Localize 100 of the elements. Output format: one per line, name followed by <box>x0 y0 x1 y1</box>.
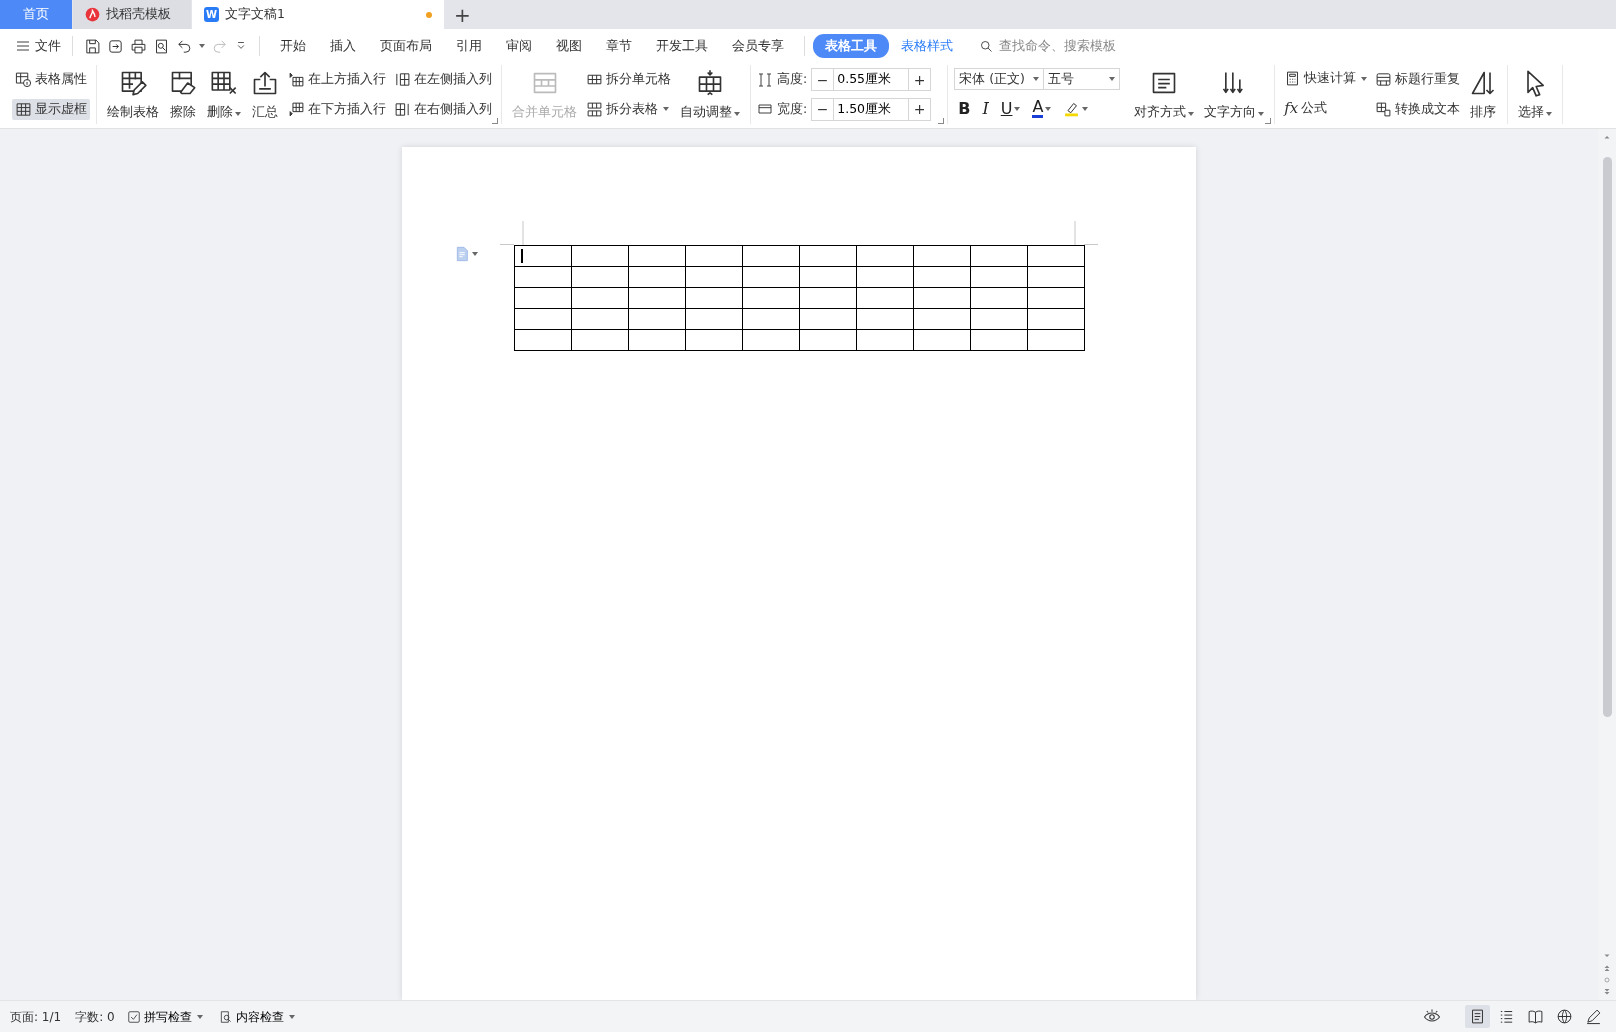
table-cell[interactable] <box>913 287 971 309</box>
table-cell[interactable] <box>628 287 686 309</box>
spinner-field[interactable]: 1.50厘米 <box>834 97 909 121</box>
ribbon-tab[interactable]: 审阅 <box>494 33 544 59</box>
ribbon-button[interactable]: 显示虚框 <box>12 98 90 120</box>
check-button[interactable]: 内容检查 <box>214 1004 299 1029</box>
table-cell[interactable] <box>913 245 971 267</box>
ribbon-button[interactable]: 文字方向 <box>1200 65 1269 124</box>
ribbon-button[interactable]: 排序 <box>1465 65 1502 124</box>
table-cell[interactable] <box>628 245 686 267</box>
ribbon-tab[interactable]: 开始 <box>268 33 318 59</box>
ribbon-button[interactable]: 在右侧插入列 <box>391 98 495 120</box>
table-cell[interactable] <box>799 308 857 330</box>
ribbon-button[interactable]: 在左侧插入列 <box>391 69 495 91</box>
ribbon-tab[interactable]: 视图 <box>544 33 594 59</box>
scrollbar-thumb[interactable] <box>1602 157 1612 717</box>
table-cell[interactable] <box>742 329 800 351</box>
table-cell[interactable] <box>514 308 572 330</box>
ribbon-button[interactable]: 拆分表格 <box>583 98 674 120</box>
ribbon-tab[interactable]: 开发工具 <box>644 33 720 59</box>
table-cell[interactable] <box>856 245 914 267</box>
table-cell[interactable] <box>970 287 1028 309</box>
table-cell[interactable] <box>913 308 971 330</box>
ribbon-button[interactable]: 擦除 <box>165 65 201 124</box>
table-cell[interactable] <box>571 266 629 288</box>
ribbon-tab[interactable]: 会员专享 <box>720 33 796 59</box>
ribbon-button[interactable]: 选择 <box>1514 65 1557 124</box>
launcher-icon[interactable] <box>492 118 498 124</box>
ribbon-button[interactable]: 标题行重复 <box>1372 69 1464 91</box>
ribbon-button[interactable]: 对齐方式 <box>1130 65 1199 124</box>
table-cell[interactable] <box>685 287 743 309</box>
table-cell[interactable] <box>1027 245 1085 267</box>
table-cell[interactable] <box>799 329 857 351</box>
ribbon-button[interactable]: 汇总 <box>247 65 283 124</box>
table-cell[interactable] <box>799 245 857 267</box>
table-cell[interactable] <box>628 329 686 351</box>
table-cell[interactable] <box>514 245 572 267</box>
format-button[interactable]: I <box>978 96 993 121</box>
ribbon-tab[interactable]: 表格样式 <box>889 33 965 59</box>
table-cell[interactable] <box>799 287 857 309</box>
ribbon-button[interactable]: 快速计算 <box>1281 68 1371 90</box>
table-cell[interactable] <box>571 308 629 330</box>
launcher-icon[interactable] <box>1265 118 1272 124</box>
ribbon-button[interactable]: 绘制表格 <box>103 65 163 124</box>
table-cell[interactable] <box>856 329 914 351</box>
file-menu[interactable]: 文件 <box>12 34 64 58</box>
new-tab-button[interactable]: + <box>444 0 481 29</box>
format-button[interactable]: U <box>996 96 1025 121</box>
table-cell[interactable] <box>970 245 1028 267</box>
table-cell[interactable] <box>970 266 1028 288</box>
table-cell[interactable] <box>913 266 971 288</box>
table-cell[interactable] <box>685 308 743 330</box>
table-cell[interactable] <box>742 266 800 288</box>
table-cell[interactable] <box>742 308 800 330</box>
ribbon-button[interactable]: 自动调整 <box>676 65 744 124</box>
ribbon-tab[interactable]: 章节 <box>594 33 644 59</box>
launcher-icon[interactable] <box>938 118 945 124</box>
format-button[interactable]: A <box>1028 99 1056 119</box>
document-tab[interactable]: 找稻壳模板 <box>73 0 191 29</box>
ribbon-button[interactable]: 转换成文本 <box>1372 98 1464 120</box>
table-cell[interactable] <box>628 308 686 330</box>
check-button[interactable]: 拼写检查 <box>122 1004 207 1029</box>
ribbon-button[interactable]: 删除 <box>203 65 245 124</box>
ribbon-button[interactable]: 拆分单元格 <box>583 69 674 91</box>
table-cell[interactable] <box>1027 308 1085 330</box>
font-size-dropdown[interactable]: 五号 <box>1044 68 1121 91</box>
table-cell[interactable] <box>514 266 572 288</box>
table-cell[interactable] <box>1027 329 1085 351</box>
table-cell[interactable] <box>1027 266 1085 288</box>
increment-button[interactable]: + <box>908 68 932 92</box>
table-cell[interactable] <box>856 308 914 330</box>
table-cell[interactable] <box>685 329 743 351</box>
table-cell[interactable] <box>571 329 629 351</box>
table-cell[interactable] <box>799 266 857 288</box>
table-cell[interactable] <box>685 245 743 267</box>
increment-button[interactable]: + <box>908 97 932 121</box>
table-cell[interactable] <box>1027 287 1085 309</box>
decrement-button[interactable]: − <box>811 97 835 121</box>
table-cell[interactable] <box>913 329 971 351</box>
table-cell[interactable] <box>685 266 743 288</box>
table-cell[interactable] <box>514 287 572 309</box>
table-cell[interactable] <box>571 287 629 309</box>
table-cell[interactable] <box>970 329 1028 351</box>
table-cell[interactable] <box>742 245 800 267</box>
table-cell[interactable] <box>514 329 572 351</box>
ribbon-button[interactable]: fx 公式 <box>1281 96 1371 121</box>
ribbon-tab[interactable]: 引用 <box>444 33 494 59</box>
ribbon-tab[interactable]: 页面布局 <box>368 33 444 59</box>
font-dropdown[interactable]: 宋体 (正文) <box>954 68 1045 91</box>
format-button[interactable]: B <box>954 96 975 121</box>
table-cell[interactable] <box>856 266 914 288</box>
table-cell[interactable] <box>628 266 686 288</box>
table-cell[interactable] <box>571 245 629 267</box>
ribbon-button[interactable]: 在上方插入行 <box>285 69 389 91</box>
ribbon-button[interactable]: 在下方插入行 <box>285 98 389 120</box>
search-field[interactable]: 查找命令、搜索模板 <box>979 35 1127 57</box>
ribbon-button[interactable]: 表格属性 <box>12 69 90 91</box>
ribbon-tab[interactable]: 插入 <box>318 33 368 59</box>
table-cell[interactable] <box>970 308 1028 330</box>
document-tab[interactable]: W 文字文稿1 <box>192 0 444 29</box>
